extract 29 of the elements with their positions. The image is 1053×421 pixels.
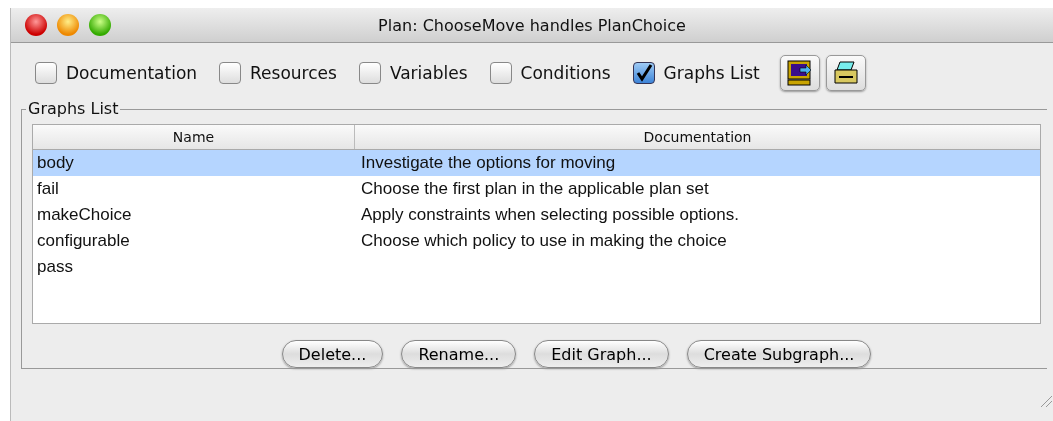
column-header[interactable]: Name: [33, 125, 355, 149]
table-cell: fail: [37, 179, 59, 198]
table-cell: makeChoice: [37, 205, 132, 224]
window-title: Plan: ChooseMove handles PlanChoice: [378, 15, 686, 35]
print-button[interactable]: [825, 55, 866, 91]
checkbox[interactable]: Variables: [358, 62, 468, 84]
close-button[interactable]: [25, 14, 47, 36]
table-cell: body: [37, 153, 74, 172]
resize-grip-icon[interactable]: [1039, 394, 1053, 408]
action-button[interactable]: Edit Graph...: [534, 340, 669, 368]
action-button[interactable]: Create Subgraph...: [686, 340, 872, 368]
table-cell: Investigate the options for moving: [361, 153, 616, 172]
computer-arrow-icon: [785, 59, 814, 87]
group-title: Graphs List: [26, 99, 121, 118]
checkbox[interactable]: Resources: [219, 62, 337, 84]
table-cell: Choose the first plan in the applicable plan set: [361, 179, 709, 198]
table-cell: Choose which policy to use in making the choice: [361, 231, 727, 250]
table-cell: Apply constraints when selecting possible options.: [361, 205, 739, 224]
column-header[interactable]: Documentation: [355, 125, 1040, 149]
action-button[interactable]: Delete...: [281, 340, 384, 368]
checkbox[interactable]: Graphs List: [632, 62, 760, 84]
action-button[interactable]: Rename...: [401, 340, 517, 368]
printer-icon: [831, 59, 860, 87]
table-cell: pass: [37, 257, 73, 276]
checkbox[interactable]: Conditions: [489, 62, 611, 84]
checkbox[interactable]: Documentation: [35, 62, 198, 84]
table-cell: configurable: [37, 231, 130, 250]
zoom-button[interactable]: [89, 14, 111, 36]
export-button[interactable]: [779, 55, 820, 91]
